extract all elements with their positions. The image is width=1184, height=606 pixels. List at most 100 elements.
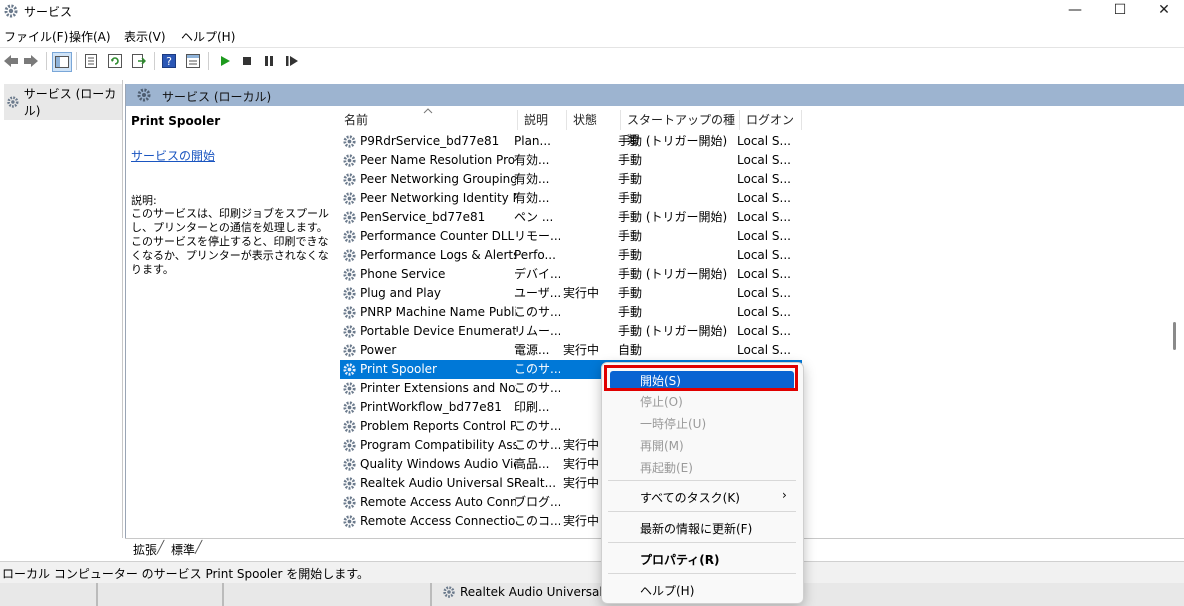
- context-item-resume[interactable]: 再開(M): [640, 437, 684, 454]
- service-startup-type: 手動 (トリガー開始): [618, 324, 728, 338]
- scrollbar-thumb[interactable]: [1173, 322, 1176, 350]
- service-row[interactable]: Performance Counter DLL H...リモー... 手動 Loca…: [340, 227, 802, 246]
- help-icon[interactable]: ?: [160, 52, 178, 70]
- column-header-logon[interactable]: ログオン: [740, 110, 802, 130]
- service-gear-icon: [343, 401, 356, 414]
- service-gear-icon: [343, 420, 356, 433]
- service-gear-icon: [343, 135, 356, 148]
- service-name: Program Compatibility Assis...: [360, 438, 516, 452]
- service-description: このサ...: [514, 419, 560, 433]
- properties-sheet-icon[interactable]: [82, 52, 100, 70]
- pause-service-icon[interactable]: [260, 52, 278, 70]
- tab-standard[interactable]: 標準: [171, 541, 195, 558]
- tree-node-label: サービス (ローカル): [23, 87, 117, 118]
- column-header-startup-type[interactable]: スタートアップの種類: [621, 110, 740, 147]
- tree-node-services-local[interactable]: サービス (ローカル): [4, 84, 122, 120]
- service-row[interactable]: Peer Name Resolution Prot... 有効... 手動 Local…: [340, 151, 802, 170]
- toolbar: ?: [0, 47, 1184, 74]
- service-gear-icon: [343, 439, 356, 452]
- service-startup-type: 手動: [618, 153, 643, 167]
- service-startup-type: 手動: [618, 229, 643, 243]
- menu-help[interactable]: ヘルプ(H): [181, 28, 235, 45]
- service-gear-icon: [343, 515, 356, 528]
- maximize-button[interactable]: ☐: [1097, 0, 1143, 22]
- service-row[interactable]: Plug and Play ユーザ... 実行中 手動 Local S...: [340, 284, 802, 303]
- start-service-icon[interactable]: [216, 52, 234, 70]
- export-list-icon[interactable]: [130, 52, 148, 70]
- service-name: Peer Name Resolution Prot...: [360, 153, 516, 167]
- menu-view[interactable]: 表示(V): [124, 28, 166, 45]
- service-row[interactable]: Peer Networking Identity M...有効... 手動 Loca…: [340, 189, 802, 208]
- service-row[interactable]: PenService_bd77e81 ペン ... 手動 (トリガー開始) Local…: [340, 208, 802, 227]
- service-status: [563, 132, 615, 151]
- description-text: このサービスは、印刷ジョブをスプールし、プリンターとの通信を処理します。このサー…: [131, 207, 329, 276]
- context-item-refresh[interactable]: 最新の情報に更新(F): [640, 520, 752, 537]
- vertical-scrollbar[interactable]: [1170, 108, 1182, 538]
- service-description: リモー...: [514, 229, 560, 243]
- service-description: デバイ...: [514, 267, 560, 281]
- service-description: Plan...: [514, 134, 551, 148]
- restart-service-icon[interactable]: [283, 52, 301, 70]
- tab-divider: ╱: [195, 540, 203, 554]
- services-gear-icon: [137, 88, 151, 102]
- context-item-all-tasks[interactable]: すべてのタスク(K): [640, 489, 740, 506]
- service-status: [563, 246, 615, 265]
- service-name: Problem Reports Control Pa...: [360, 419, 516, 433]
- minimize-button[interactable]: —: [1052, 0, 1098, 22]
- service-logon: Local S...: [737, 248, 791, 262]
- service-row[interactable]: PNRP Machine Name Publi... このサ... 手動 Local …: [340, 303, 802, 322]
- service-name: PrintWorkflow_bd77e81: [360, 400, 502, 414]
- service-row[interactable]: Power 電源... 実行中 自動 Local S...: [340, 341, 802, 360]
- column-header-name[interactable]: 名前: [338, 110, 518, 130]
- service-gear-icon: [343, 363, 356, 376]
- view-icon[interactable]: [184, 52, 202, 70]
- context-item-stop[interactable]: 停止(O): [640, 393, 683, 410]
- context-item-help[interactable]: ヘルプ(H): [640, 582, 694, 599]
- service-name: P9RdrService_bd77e81: [360, 134, 500, 148]
- service-status: [563, 322, 615, 341]
- service-gear-icon: [343, 154, 356, 167]
- close-button[interactable]: ✕: [1141, 0, 1184, 22]
- tab-extended[interactable]: 拡張: [133, 541, 157, 558]
- context-item-properties[interactable]: プロパティ(R): [640, 551, 720, 568]
- service-row[interactable]: Peer Networking Grouping 有効... 手動 Local S..…: [340, 170, 802, 189]
- service-row[interactable]: P9RdrService_bd77e81 Plan... 手動 (トリガー開始) Lo…: [340, 132, 802, 151]
- menu-action[interactable]: 操作(A): [69, 28, 111, 45]
- service-name: Performance Logs & Alerts: [360, 248, 516, 262]
- service-row[interactable]: Portable Device Enumerator...リムー... 手動 (ト…: [340, 322, 802, 341]
- service-startup-type: 手動 (トリガー開始): [618, 267, 728, 281]
- service-description: Realt...: [514, 476, 557, 490]
- service-status: [563, 227, 615, 246]
- forward-arrow-icon[interactable]: [22, 52, 40, 70]
- service-name: Portable Device Enumerator...: [360, 324, 516, 338]
- stop-service-icon[interactable]: [238, 52, 256, 70]
- background-list-item: Realtek Audio Universal Ser: [442, 585, 626, 599]
- service-logon: Local S...: [737, 324, 791, 338]
- service-startup-type: 自動: [618, 343, 643, 357]
- service-name: Plug and Play: [360, 286, 442, 300]
- context-item-pause[interactable]: 一時停止(U): [640, 415, 706, 432]
- service-description: リムー...: [514, 324, 560, 338]
- context-menu-separator: [608, 511, 796, 512]
- show-hide-console-tree-icon[interactable]: [52, 52, 72, 72]
- menu-file[interactable]: ファイル(F): [4, 28, 68, 45]
- refresh-icon[interactable]: [106, 52, 124, 70]
- title-bar: サービス — ☐ ✕: [0, 0, 1184, 24]
- service-status: [563, 170, 615, 189]
- submenu-arrow-icon: ›: [782, 488, 787, 502]
- service-description: このサ...: [514, 381, 560, 395]
- service-row[interactable]: Phone Service デバイ... 手動 (トリガー開始) Local S...: [340, 265, 802, 284]
- back-arrow-icon[interactable]: [2, 52, 20, 70]
- annotation-highlight-box: [604, 365, 798, 391]
- window-border: [222, 583, 224, 606]
- context-item-restart[interactable]: 再起動(E): [640, 459, 693, 476]
- column-header-status[interactable]: 状態: [567, 110, 621, 130]
- service-name: Quality Windows Audio Vid...: [360, 457, 516, 471]
- service-logon: Local S...: [737, 153, 791, 167]
- start-service-link[interactable]: サービスの開始: [131, 147, 215, 164]
- service-name: Print Spooler: [360, 362, 437, 376]
- service-name: Phone Service: [360, 267, 446, 281]
- service-name: Printer Extensions and Notif...: [360, 381, 516, 395]
- service-row[interactable]: Performance Logs & Alerts Perfo... 手動 Local…: [340, 246, 802, 265]
- column-header-description[interactable]: 説明: [518, 110, 567, 130]
